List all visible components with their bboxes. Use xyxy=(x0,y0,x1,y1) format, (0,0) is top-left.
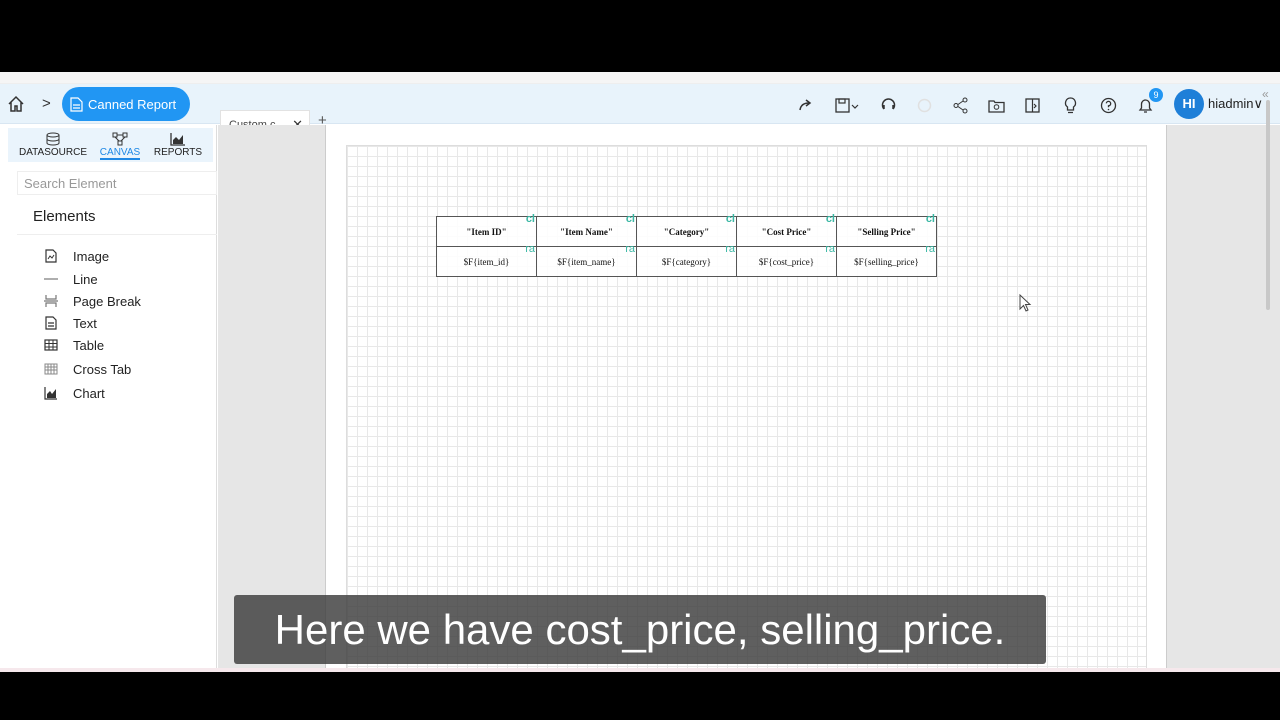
field-text: $F{item_name} xyxy=(557,256,616,267)
cell-tag: cl xyxy=(925,213,935,225)
tab-reports-label: REPORTS xyxy=(153,147,203,158)
header-cell[interactable]: "Item ID" cl xyxy=(436,213,537,247)
field-cell[interactable]: $F{item_id} ra xyxy=(436,243,537,277)
header-cell[interactable]: "Selling Price" cl xyxy=(836,213,937,247)
home-icon[interactable] xyxy=(6,94,26,114)
redo-arrow-icon[interactable] xyxy=(795,94,817,116)
canvas-workarea: "Item ID" cl "Item Name" cl "Category" cl "… xyxy=(218,125,1280,672)
refresh-icon[interactable] xyxy=(877,94,899,116)
mouse-cursor-icon xyxy=(1019,293,1033,319)
header-text: "Selling Price" xyxy=(857,226,916,237)
field-text: $F{category} xyxy=(661,256,712,267)
table-row: $F{item_id} ra $F{item_name} ra $F{categor… xyxy=(436,243,937,277)
video-subtitle: Here we have cost_price, selling_price. xyxy=(234,595,1046,664)
chart-icon xyxy=(44,387,57,400)
cell-tag: cl xyxy=(525,213,535,225)
header-cell[interactable]: "Cost Price" cl xyxy=(736,213,837,247)
tab-datasource[interactable]: DATASOURCE xyxy=(18,132,88,158)
tab-reports[interactable]: REPORTS xyxy=(152,132,204,158)
app-window: > Canned Report Custom c... ✕ + xyxy=(0,72,1280,672)
image-icon xyxy=(45,249,57,263)
element-text[interactable]: Text xyxy=(44,313,97,333)
cell-tag: ra xyxy=(725,243,735,255)
field-text: $F{cost_price} xyxy=(758,256,815,267)
collapse-panel-icon[interactable]: « xyxy=(1262,87,1269,101)
cell-tag: ra xyxy=(525,243,535,255)
header-cell[interactable]: "Item Name" cl xyxy=(536,213,637,247)
canned-report-breadcrumb[interactable]: Canned Report xyxy=(62,87,190,121)
table-icon xyxy=(44,339,58,351)
field-cell[interactable]: $F{item_name} ra xyxy=(536,243,637,277)
element-label: Table xyxy=(73,337,105,353)
left-sidebar: DATASOURCE CANVAS REPORTS Search Element… xyxy=(0,125,217,672)
chart-icon xyxy=(170,133,185,146)
search-element-input[interactable]: Search Element xyxy=(17,171,217,195)
text-icon xyxy=(45,316,57,330)
tab-canvas[interactable]: CANVAS xyxy=(96,132,144,160)
cell-tag: ra xyxy=(625,243,635,255)
element-label: Cross Tab xyxy=(73,361,132,377)
top-navbar: > Canned Report Custom c... ✕ + xyxy=(0,84,1280,136)
cell-tag: ra xyxy=(825,243,835,255)
share-icon[interactable] xyxy=(949,94,971,116)
header-text: "Item Name" xyxy=(560,226,613,237)
canvas-grid[interactable]: "Item ID" cl "Item Name" cl "Category" cl "… xyxy=(346,145,1147,672)
cell-tag: cl xyxy=(825,213,835,225)
elements-heading: Elements xyxy=(17,199,217,235)
element-table[interactable]: Table xyxy=(44,335,104,355)
help-icon[interactable] xyxy=(1097,94,1119,116)
document-icon xyxy=(70,96,83,112)
element-line[interactable]: Line xyxy=(44,269,98,289)
user-menu[interactable]: hiadmin∨ xyxy=(1208,96,1263,112)
cell-tag: cl xyxy=(725,213,735,225)
layout-split-icon[interactable] xyxy=(1021,94,1043,116)
element-page-break[interactable]: Page Break xyxy=(44,291,141,311)
cross-tab-icon xyxy=(44,363,58,375)
field-cell[interactable]: $F{category} ra xyxy=(636,243,737,277)
element-label: Line xyxy=(73,271,98,287)
folder-camera-icon[interactable] xyxy=(985,94,1007,116)
bottom-edge xyxy=(0,668,1280,672)
header-text: "Category" xyxy=(663,226,710,237)
header-cell[interactable]: "Category" cl xyxy=(636,213,737,247)
database-icon xyxy=(46,132,60,146)
tab-canvas-label: CANVAS xyxy=(99,147,141,160)
report-table[interactable]: "Item ID" cl "Item Name" cl "Category" cl "… xyxy=(436,213,937,277)
element-cross-tab[interactable]: Cross Tab xyxy=(44,359,131,379)
page-break-icon xyxy=(44,295,58,307)
cell-tag: ra xyxy=(925,243,935,255)
element-chart[interactable]: Chart xyxy=(44,383,105,403)
header-text: "Item ID" xyxy=(466,226,507,237)
report-page[interactable]: "Item ID" cl "Item Name" cl "Category" cl "… xyxy=(325,125,1167,672)
field-cell[interactable]: $F{cost_price} ra xyxy=(736,243,837,277)
line-icon xyxy=(44,278,58,280)
browser-strip xyxy=(0,72,1280,84)
cell-tag: cl xyxy=(625,213,635,225)
username: hiadmin xyxy=(1208,96,1254,111)
tab-datasource-label: DATASOURCE xyxy=(19,147,87,158)
notification-badge: 9 xyxy=(1149,88,1163,102)
field-text: $F{item_id} xyxy=(463,256,510,267)
element-label: Text xyxy=(73,315,97,331)
loading-icon xyxy=(913,94,935,116)
table-header-row: "Item ID" cl "Item Name" cl "Category" cl "… xyxy=(436,213,937,247)
header-text: "Cost Price" xyxy=(761,226,812,237)
save-dropdown-icon[interactable] xyxy=(833,94,863,116)
sidebar-tabs: DATASOURCE CANVAS REPORTS xyxy=(8,128,213,162)
chevron-right-icon[interactable]: > xyxy=(42,94,56,114)
element-label: Image xyxy=(73,248,110,264)
canvas-icon xyxy=(112,132,128,146)
element-image[interactable]: Image xyxy=(44,246,109,266)
element-label: Page Break xyxy=(73,293,141,309)
field-text: $F{selling_price} xyxy=(854,256,919,267)
element-label: Chart xyxy=(73,385,105,401)
scrollbar[interactable] xyxy=(1266,100,1270,310)
avatar[interactable]: HI xyxy=(1174,89,1204,119)
lightbulb-icon[interactable] xyxy=(1059,94,1081,116)
field-cell[interactable]: $F{selling_price} ra xyxy=(836,243,937,277)
canned-report-label: Canned Report xyxy=(88,96,177,112)
